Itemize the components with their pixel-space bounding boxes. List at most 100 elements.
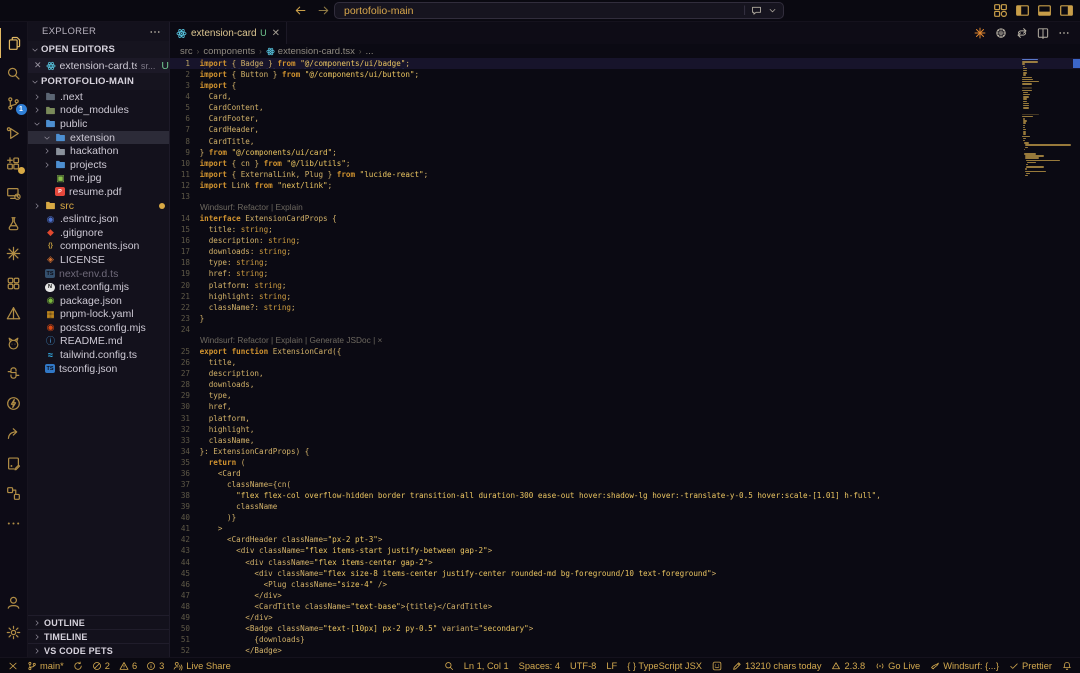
status-main[interactable]: main*: [27, 661, 64, 671]
status-sync-icon[interactable]: [73, 661, 83, 671]
status-typescript-jsx[interactable]: { } TypeScript JSX: [627, 661, 702, 671]
code-editor[interactable]: 1 import { Badge } from "@/components/ui…: [170, 58, 1080, 657]
code-line-40[interactable]: 40 )}: [170, 512, 1080, 523]
breadcrumb-item[interactable]: extension-card.tsx: [266, 46, 355, 57]
code-line-47[interactable]: 47 </div>: [170, 590, 1080, 601]
status-6[interactable]: 6: [119, 661, 137, 671]
panel-vs-code-pets[interactable]: VS CODE PETS: [28, 643, 169, 657]
activity-remote-explorer[interactable]: [0, 178, 28, 208]
panel-outline[interactable]: OUTLINE: [28, 615, 169, 629]
code-line-34[interactable]: 34 }: ExtensionCardProps) {: [170, 446, 1080, 457]
code-line-46[interactable]: 46 <Plug className="size-4" />: [170, 579, 1080, 590]
tree-item-src[interactable]: src: [28, 199, 169, 213]
status-utf-8[interactable]: UTF-8: [570, 661, 596, 671]
code-line-15[interactable]: 15 title: string;: [170, 224, 1080, 235]
activity-more-views[interactable]: [0, 508, 28, 538]
arrow-left-icon[interactable]: [294, 4, 307, 17]
panel-right-icon[interactable]: [1059, 3, 1074, 18]
tree-item-node-modules[interactable]: node_modules: [28, 104, 169, 118]
activity-extensions[interactable]: [0, 148, 28, 178]
activity-testing[interactable]: [0, 208, 28, 238]
codelens[interactable]: Windsurf: Refactor | Explain: [170, 202, 1080, 213]
code-line-50[interactable]: 50 <Badge className="text-[10px] px-2 py…: [170, 623, 1080, 634]
code-line-2[interactable]: 2 import { Button } from "@/components/u…: [170, 69, 1080, 80]
code-line-25[interactable]: 25 export function ExtensionCard({: [170, 346, 1080, 357]
code-line-26[interactable]: 26 title,: [170, 357, 1080, 368]
tree-item-hackathon[interactable]: hackathon: [28, 144, 169, 158]
code-line-8[interactable]: 8 CardTitle,: [170, 136, 1080, 147]
tree-item-tailwind.config.ts[interactable]: ≈tailwind.config.ts: [28, 348, 169, 362]
code-line-36[interactable]: 36 <Card: [170, 468, 1080, 479]
activity-redo-share[interactable]: [0, 418, 28, 448]
breadcrumb-item[interactable]: components: [203, 46, 255, 57]
code-line-38[interactable]: 38 "flex flex-col overflow-hidden border…: [170, 490, 1080, 501]
status-go-live[interactable]: Go Live: [875, 661, 920, 671]
activity-run-debug[interactable]: [0, 118, 28, 148]
status-3[interactable]: 3: [146, 661, 164, 671]
back-button[interactable]: [294, 4, 307, 17]
tree-item-license[interactable]: ◈LICENSE: [28, 253, 169, 267]
code-line-13[interactable]: 13: [170, 191, 1080, 202]
command-center-search[interactable]: portofolio-main |: [334, 2, 784, 19]
tree-item-.eslintrc.json[interactable]: ◉.eslintrc.json: [28, 212, 169, 226]
code-line-14[interactable]: 14 interface ExtensionCardProps {: [170, 213, 1080, 224]
code-line-31[interactable]: 31 platform,: [170, 413, 1080, 424]
tree-item-postcss.config.mjs[interactable]: ◉postcss.config.mjs: [28, 321, 169, 335]
tree-item-components.json[interactable]: {}components.json: [28, 240, 169, 254]
breadcrumbs[interactable]: src›components›extension-card.tsx›...: [170, 44, 1080, 58]
tree-item-package.json[interactable]: ◉package.json: [28, 294, 169, 308]
code-line-41[interactable]: 41 >: [170, 523, 1080, 534]
code-line-7[interactable]: 7 CardHeader,: [170, 124, 1080, 135]
code-line-22[interactable]: 22 className?: string;: [170, 302, 1080, 313]
tab-extension-card[interactable]: extension-card.tsx U ✕: [170, 22, 287, 44]
flower-icon[interactable]: [995, 27, 1007, 39]
code-line-9[interactable]: 9 } from "@/components/ui/card";: [170, 147, 1080, 158]
code-line-4[interactable]: 4 Card,: [170, 91, 1080, 102]
split-editor-icon[interactable]: [1037, 27, 1049, 39]
code-line-6[interactable]: 6 CardFooter,: [170, 113, 1080, 124]
status-lf[interactable]: LF: [606, 661, 617, 671]
tree-item-pnpm-lock.yaml[interactable]: ▦pnpm-lock.yaml: [28, 308, 169, 322]
windsurf-sparkle-icon[interactable]: [974, 27, 986, 39]
status-ln-1-col-1[interactable]: Ln 1, Col 1: [464, 661, 509, 671]
arrow-right-icon[interactable]: [317, 4, 330, 17]
code-line-1[interactable]: 1 import { Badge } from "@/components/ui…: [170, 58, 1080, 69]
more-icon[interactable]: [1058, 27, 1070, 39]
code-line-44[interactable]: 44 <div className="flex items-center gap…: [170, 557, 1080, 568]
code-line-51[interactable]: 51 {downloads}: [170, 634, 1080, 645]
code-line-3[interactable]: 3 import {: [170, 80, 1080, 91]
layout-controls[interactable]: [993, 3, 1074, 18]
code-line-29[interactable]: 29 type,: [170, 390, 1080, 401]
tree-item-next-env.d.ts[interactable]: TSnext-env.d.ts: [28, 267, 169, 281]
codelens[interactable]: Windsurf: Refactor | Explain | Generate …: [170, 335, 1080, 346]
breadcrumb-item[interactable]: src: [180, 46, 193, 57]
flower-icon[interactable]: [995, 27, 1007, 39]
tab-close-icon[interactable]: ✕: [272, 28, 280, 39]
minimap[interactable]: [1022, 59, 1072, 177]
activity-prism[interactable]: [0, 298, 28, 328]
windsurf-sparkle-icon[interactable]: [974, 27, 986, 39]
close-icon[interactable]: ✕: [34, 60, 42, 71]
tree-item-resume.pdf[interactable]: Presume.pdf: [28, 185, 169, 199]
breadcrumb-item[interactable]: ...: [366, 46, 374, 57]
code-line-20[interactable]: 20 platform: string;: [170, 280, 1080, 291]
search-actions[interactable]: [751, 5, 777, 16]
tree-item-public[interactable]: public: [28, 117, 169, 131]
panel-left-icon[interactable]: [1015, 3, 1030, 18]
code-line-11[interactable]: 11 import { ExternalLink, Plug } from "l…: [170, 169, 1080, 180]
panel-bottom-icon[interactable]: [1037, 3, 1052, 18]
activity-windsurf-cascade[interactable]: [0, 238, 28, 268]
code-line-42[interactable]: 42 <CardHeader className="px-2 pt-3">: [170, 534, 1080, 545]
activity-source-control[interactable]: 1: [0, 88, 28, 118]
editor-actions[interactable]: [974, 22, 1080, 44]
activity-account[interactable]: [0, 587, 28, 617]
code-line-23[interactable]: 23 }: [170, 313, 1080, 324]
code-line-21[interactable]: 21 highlight: string;: [170, 291, 1080, 302]
layout-grid-icon[interactable]: [993, 3, 1008, 18]
scrollbar-thumb[interactable]: [1073, 59, 1080, 68]
project-root-section[interactable]: PORTOFOLIO-MAIN: [28, 73, 169, 90]
status-bell-icon[interactable]: [1062, 661, 1072, 671]
tree-item-readme.md[interactable]: ⓘREADME.md: [28, 335, 169, 349]
code-line-30[interactable]: 30 href,: [170, 401, 1080, 412]
tree-item-tsconfig.json[interactable]: TStsconfig.json: [28, 362, 169, 376]
